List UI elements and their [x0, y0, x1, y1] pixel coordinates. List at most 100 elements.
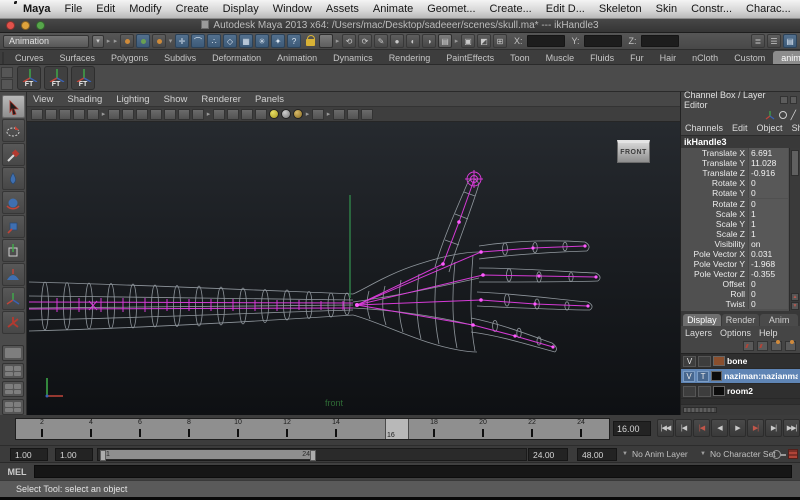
- single-pane-layout-button[interactable]: [2, 345, 24, 361]
- edit-menu[interactable]: Edit: [732, 123, 748, 133]
- animation-start-field[interactable]: 1.00: [10, 448, 48, 461]
- snap-to-grid-icon[interactable]: ✛: [175, 34, 189, 48]
- shelf-tab-rendering[interactable]: Rendering: [381, 51, 439, 64]
- shelf-tab-curves[interactable]: Curves: [7, 51, 52, 64]
- previous-key-button[interactable]: |◀: [693, 419, 710, 437]
- move-layer-up-icon[interactable]: [743, 341, 754, 351]
- shelf-tab-deformation[interactable]: Deformation: [204, 51, 269, 64]
- step-back-frame-button[interactable]: |◀: [675, 419, 692, 437]
- layer-visibility-toggle[interactable]: V: [683, 371, 695, 382]
- xray-joints-icon[interactable]: [347, 109, 359, 120]
- anim-layer-dropdown-icon[interactable]: ▼: [622, 451, 628, 457]
- anim-layer-selector[interactable]: No Anim Layer: [632, 449, 688, 459]
- channel-row[interactable]: Rotate Z0: [681, 198, 788, 208]
- panel-pin-icon[interactable]: [780, 96, 787, 104]
- channel-row[interactable]: Translate Y11.028: [681, 158, 788, 168]
- output-connections-icon[interactable]: ⟳: [358, 34, 372, 48]
- step-forward-frame-button[interactable]: ▶|: [765, 419, 782, 437]
- select-hierarchy-icon[interactable]: [120, 34, 134, 48]
- scroll-up-icon[interactable]: ▲: [791, 293, 799, 301]
- shelf-tab-subdivs[interactable]: Subdivs: [156, 51, 204, 64]
- textured-mode-icon[interactable]: [241, 109, 253, 120]
- safe-action-icon[interactable]: [178, 109, 190, 120]
- history-toggle-icon[interactable]: ●: [390, 34, 404, 48]
- play-backwards-button[interactable]: ◀: [711, 419, 728, 437]
- channel-row[interactable]: Scale Z1: [681, 229, 788, 239]
- menu-create[interactable]: Create: [169, 3, 216, 15]
- z-coordinate-input[interactable]: [641, 35, 679, 47]
- animation-preferences-icon[interactable]: [788, 449, 798, 459]
- scale-tool[interactable]: [2, 215, 25, 238]
- layer-display-type-toggle[interactable]: [698, 386, 711, 397]
- channel-row[interactable]: Visibilityon: [681, 239, 788, 249]
- panel-menu-renderer[interactable]: Renderer: [201, 94, 241, 105]
- shelf-tab-toon[interactable]: Toon: [502, 51, 538, 64]
- shelf-tab-hair[interactable]: Hair: [652, 51, 685, 64]
- hypergraph-layout-button[interactable]: [2, 399, 24, 415]
- image-plane-icon[interactable]: [87, 109, 99, 120]
- lock-selection-icon[interactable]: [303, 34, 317, 48]
- shelf-tab-polygons[interactable]: Polygons: [103, 51, 156, 64]
- shaded-mode-icon[interactable]: [227, 109, 239, 120]
- play-forwards-button[interactable]: ▶: [729, 419, 746, 437]
- command-line-language-toggle[interactable]: MEL: [0, 467, 34, 477]
- channel-row[interactable]: Translate X6.691: [681, 148, 788, 158]
- layer-color-swatch[interactable]: [713, 356, 725, 366]
- panel-menu-icon[interactable]: [790, 96, 797, 104]
- channel-scrollbar[interactable]: ▲ ▼: [789, 148, 800, 311]
- film-gate-icon[interactable]: [122, 109, 134, 120]
- menu-display[interactable]: Display: [216, 3, 266, 15]
- viewport-panel[interactable]: View Shading Lighting Show Renderer Pane…: [27, 92, 680, 415]
- tab-anim[interactable]: Anim: [760, 314, 798, 326]
- grid-toggle-icon[interactable]: [108, 109, 120, 120]
- paint-effects-panel-icon[interactable]: ▣: [461, 34, 475, 48]
- shelf-tab-muscle[interactable]: Muscle: [538, 51, 583, 64]
- channel-row[interactable]: Pole Vector X0.031: [681, 249, 788, 259]
- default-lighting-icon[interactable]: [269, 109, 279, 119]
- time-slider[interactable]: 2 4 6 8 10 12 14 16 18 20 22 24 16: [15, 418, 610, 440]
- current-frame-indicator[interactable]: 16: [385, 419, 409, 439]
- snap-to-point-icon[interactable]: ∴: [207, 34, 221, 48]
- layer-visibility-toggle[interactable]: [683, 386, 696, 397]
- channel-row[interactable]: Twist0: [681, 299, 788, 309]
- layer-display-type-toggle[interactable]: T: [697, 371, 709, 382]
- menu-window[interactable]: Window: [266, 3, 319, 15]
- range-slider-bar[interactable]: 1 24: [100, 450, 316, 459]
- shelf-tab-animation[interactable]: Animation: [269, 51, 325, 64]
- y-coordinate-input[interactable]: [584, 35, 622, 47]
- menu-skin[interactable]: Skin: [649, 3, 684, 15]
- viewcube[interactable]: FRONT: [617, 140, 650, 163]
- shelf-tab-ncloth[interactable]: nCloth: [684, 51, 726, 64]
- xray-icon[interactable]: [333, 109, 345, 120]
- playback-start-field[interactable]: 1.00: [55, 448, 93, 461]
- shelf-button-ft-3[interactable]: FT: [71, 66, 95, 90]
- menu-modify[interactable]: Modify: [122, 3, 168, 15]
- move-tool[interactable]: [2, 167, 25, 190]
- field-chart-icon[interactable]: [164, 109, 176, 120]
- layer-color-swatch[interactable]: [713, 386, 725, 396]
- create-layer-from-selected-icon[interactable]: [785, 341, 796, 351]
- shelf-collapse-handle[interactable]: [0, 65, 14, 92]
- menu-create-deformers[interactable]: Create...: [483, 3, 539, 15]
- object-menu[interactable]: Object: [757, 123, 783, 133]
- coordinate-mode-icon[interactable]: ⊞: [493, 34, 507, 48]
- go-to-end-button[interactable]: ▶▶|: [783, 419, 800, 437]
- hypershade-icon[interactable]: ◩: [477, 34, 491, 48]
- window-titlebar[interactable]: Autodesk Maya 2013 x64: /Users/mac/Deskt…: [0, 19, 800, 33]
- show-channel-box-icon[interactable]: ▤: [783, 34, 797, 48]
- channel-row[interactable]: Rotate Y0: [681, 188, 788, 198]
- layer-row-naziman[interactable]: V T naziman:nazianman: [681, 369, 800, 384]
- show-attribute-editor-icon[interactable]: ≣: [751, 34, 765, 48]
- show-tool-settings-icon[interactable]: ☰: [767, 34, 781, 48]
- layer-horizontal-scrollbar[interactable]: [681, 404, 800, 415]
- channel-row[interactable]: Rotate X0: [681, 178, 788, 188]
- shelf-button-ft-2[interactable]: FT: [44, 66, 68, 90]
- command-line-input[interactable]: [34, 465, 792, 478]
- menu-animate[interactable]: Animate: [366, 3, 420, 15]
- object-name-header[interactable]: ikHandle3: [681, 135, 800, 148]
- show-menu[interactable]: Show: [792, 123, 800, 133]
- soft-modification-tool[interactable]: [2, 263, 25, 286]
- four-pane-layout-button[interactable]: [2, 363, 24, 379]
- isolate-select-icon[interactable]: [312, 109, 324, 120]
- channel-row[interactable]: Translate Z-0.916: [681, 168, 788, 178]
